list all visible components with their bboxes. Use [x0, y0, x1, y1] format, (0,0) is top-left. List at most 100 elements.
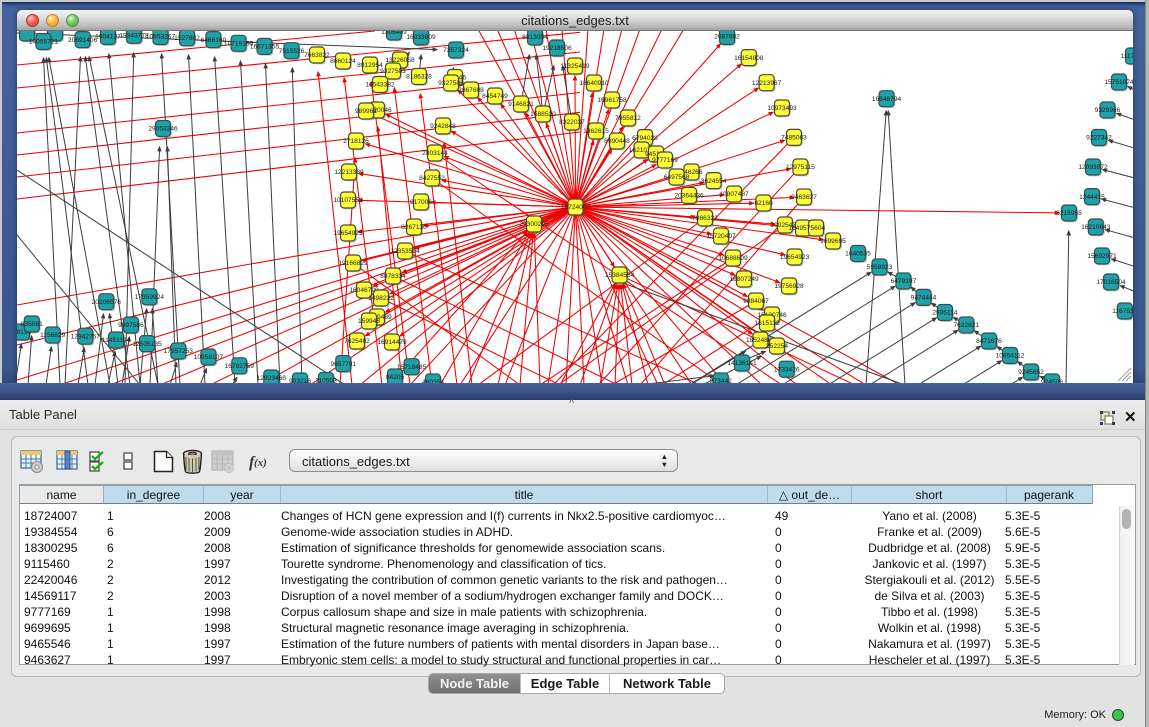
svg-text:924506: 924506	[1041, 379, 1063, 383]
svg-text:1362615: 1362615	[583, 128, 609, 135]
svg-text:7625402: 7625402	[344, 338, 370, 345]
svg-text:16154808: 16154808	[734, 55, 764, 62]
svg-text:7663822: 7663822	[304, 52, 330, 59]
svg-text:9474444: 9474444	[911, 295, 937, 302]
svg-text:12353594: 12353594	[390, 248, 420, 255]
svg-text:14136141: 14136141	[727, 360, 757, 367]
svg-text:8813054: 8813054	[522, 34, 548, 41]
svg-text:62160: 62160	[754, 200, 773, 207]
svg-text:8990448: 8990448	[604, 138, 630, 145]
svg-text:1615112: 1615112	[754, 320, 780, 327]
svg-text:12975115: 12975115	[786, 164, 815, 171]
svg-text:16961758: 16961758	[597, 97, 627, 104]
svg-text:15720407: 15720407	[706, 233, 736, 240]
svg-text:12213389: 12213389	[334, 169, 364, 176]
svg-text:15718485: 15718485	[397, 364, 427, 371]
svg-text:7986322: 7986322	[692, 215, 718, 222]
svg-text:12505135: 12505135	[132, 341, 162, 348]
svg-text:9327506: 9327506	[438, 80, 464, 87]
svg-text:15692971: 15692971	[1087, 253, 1117, 260]
svg-text:9657791: 9657791	[330, 361, 356, 368]
svg-text:9699695: 9699695	[820, 238, 846, 245]
svg-text:12213967: 12213967	[752, 80, 782, 87]
svg-text:903216: 903216	[289, 378, 311, 383]
svg-text:1156829: 1156829	[40, 332, 66, 339]
svg-text:20364436: 20364436	[674, 193, 704, 200]
svg-text:8267130: 8267130	[401, 224, 427, 231]
svg-text:18807249: 18807249	[729, 276, 759, 283]
svg-text:7515526: 7515526	[279, 48, 305, 55]
svg-text:1244415: 1244415	[1079, 194, 1105, 201]
svg-text:15384554: 15384554	[605, 272, 635, 279]
svg-text:29053346: 29053346	[148, 126, 178, 133]
svg-text:11451194: 11451194	[102, 337, 131, 344]
svg-text:16210643: 16210643	[1081, 224, 1111, 231]
svg-text:6497568: 6497568	[664, 174, 690, 181]
svg-text:10654112: 10654112	[996, 353, 1025, 360]
svg-text:8454749: 8454749	[482, 93, 508, 100]
svg-text:19654923: 19654923	[780, 254, 810, 261]
svg-text:1527602: 1527602	[174, 35, 200, 42]
svg-text:16543382: 16543382	[365, 82, 395, 89]
svg-text:1306409: 1306409	[381, 31, 407, 36]
svg-text:9245652: 9245652	[1018, 369, 1044, 376]
svg-text:11325419: 11325419	[561, 63, 590, 70]
svg-text:9777169: 9777169	[652, 157, 678, 164]
svg-text:1904127: 1904127	[95, 34, 121, 41]
svg-text:1640535: 1640535	[845, 251, 871, 258]
svg-text:6466160: 6466160	[201, 37, 227, 44]
svg-text:2935114: 2935114	[932, 310, 958, 317]
svg-text:9884067: 9884067	[743, 298, 769, 305]
svg-text:18724007: 18724007	[561, 204, 591, 211]
svg-text:9327503: 9327503	[380, 68, 406, 75]
svg-text:10688609: 10688609	[718, 255, 748, 262]
svg-text:2087682: 2087682	[714, 34, 740, 41]
svg-text:1117195: 1117195	[1121, 53, 1133, 60]
svg-text:9227342: 9227342	[1086, 135, 1112, 142]
svg-text:2718126: 2718126	[343, 138, 369, 145]
svg-text:9242848: 9242848	[430, 123, 456, 130]
svg-text:9146821: 9146821	[508, 101, 534, 108]
svg-text:10958107: 10958107	[194, 354, 224, 361]
svg-text:16033809: 16033809	[406, 34, 436, 41]
svg-text:1588520: 1588520	[530, 111, 556, 118]
svg-text:10807487: 10807487	[719, 191, 749, 198]
svg-text:10973493: 10973493	[767, 105, 797, 112]
svg-text:7485063: 7485063	[781, 135, 807, 142]
svg-text:19654925: 19654925	[333, 230, 363, 237]
svg-text:17016504: 17016504	[1096, 279, 1126, 286]
svg-text:8427552: 8427552	[419, 175, 445, 182]
svg-text:6794028: 6794028	[632, 135, 658, 142]
svg-text:19218506: 19218506	[542, 45, 572, 52]
svg-text:835061: 835061	[21, 321, 43, 328]
svg-text:5958923: 5958923	[867, 264, 893, 271]
svg-text:3215955: 3215955	[1056, 210, 1082, 217]
svg-text:8471676: 8471676	[976, 338, 1002, 345]
svg-text:16914479: 16914479	[377, 339, 407, 346]
svg-text:20691406: 20691406	[68, 37, 98, 44]
svg-text:9997586: 9997586	[118, 322, 144, 329]
svg-text:15751074: 15751074	[1104, 79, 1133, 86]
svg-text:84205: 84205	[386, 374, 405, 381]
svg-text:18640910: 18640910	[579, 80, 609, 87]
svg-text:16671355: 16671355	[250, 44, 280, 51]
svg-text:9329966: 9329966	[1095, 107, 1121, 114]
svg-text:19343778: 19343778	[119, 33, 149, 40]
svg-text:2867608: 2867608	[458, 87, 484, 94]
svg-text:9463627: 9463627	[791, 194, 817, 201]
svg-text:2803144: 2803144	[422, 150, 448, 157]
svg-text:8322037: 8322037	[559, 119, 585, 126]
svg-text:75604: 75604	[807, 225, 826, 232]
svg-text:7357224: 7357224	[443, 47, 469, 54]
svg-text:25300295: 25300295	[519, 221, 549, 228]
svg-text:3624554: 3624554	[701, 178, 727, 185]
svg-text:1498222: 1498222	[368, 295, 394, 302]
svg-text:973442: 973442	[710, 378, 732, 383]
svg-text:1167533: 1167533	[1112, 308, 1133, 315]
svg-text:8186328: 8186328	[406, 74, 432, 81]
svg-text:7632621: 7632621	[953, 322, 979, 329]
svg-text:17359924: 17359924	[135, 294, 165, 301]
svg-text:989961: 989961	[355, 108, 377, 115]
svg-text:14055721: 14055721	[29, 39, 59, 46]
svg-text:252254: 252254	[766, 343, 788, 350]
